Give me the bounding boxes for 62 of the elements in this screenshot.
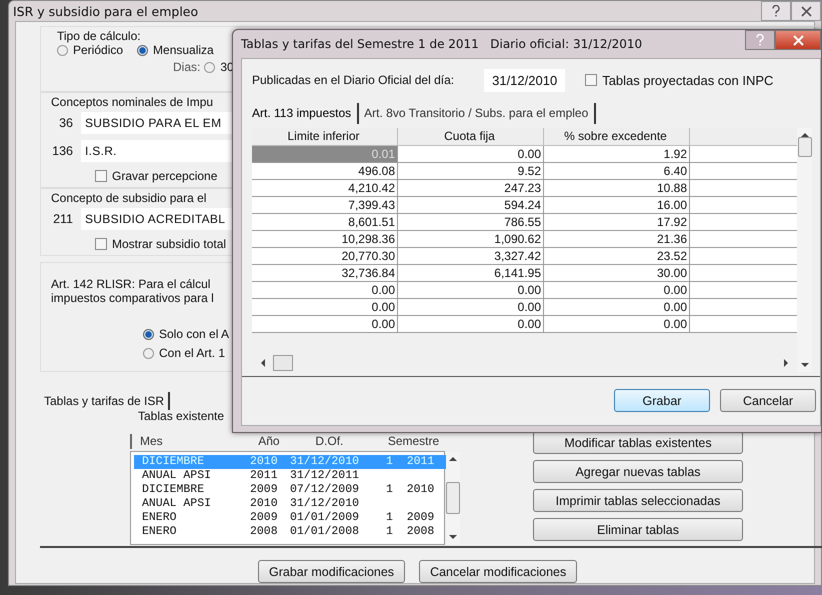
dialog-title: Tablas y tarifas del Semestre 1 de 2011 Diario oficial: 31/12/2010 xyxy=(241,37,642,51)
list-cell-text: 2011 xyxy=(250,469,279,483)
checkbox-option[interactable]: Mostrar subsidio total xyxy=(95,237,226,251)
concepts-label: Conceptos nominales de Impu xyxy=(51,95,214,109)
list-cell-text: 31/12/2010 xyxy=(290,455,360,469)
tab[interactable]: Tablas y tarifas de ISR xyxy=(40,392,170,410)
concept-code: 36 xyxy=(58,116,73,130)
list-cell-text: 2010 xyxy=(250,455,279,469)
list-cell-text: ANUAL APSI xyxy=(141,497,212,511)
list-cell-text: 01/01/2009 xyxy=(290,511,360,525)
action-button[interactable]: Grabar xyxy=(614,389,710,412)
radio-option[interactable]: Con el Art. 1 xyxy=(143,346,226,360)
list-cell-text: 31/12/2011 xyxy=(290,469,360,483)
tab[interactable]: Art. 8vo Transitorio / Subs. para el empleo xyxy=(364,103,596,124)
table-cell: 0.00 xyxy=(544,316,690,333)
concept-code: 136 xyxy=(51,144,73,158)
concept-code: 211 xyxy=(52,212,73,226)
list-cell-text: 1 2011 xyxy=(386,455,436,469)
radio-option[interactable]: Solo con el A xyxy=(143,327,230,341)
column-header[interactable]: Mes xyxy=(132,434,258,449)
days-label: Dias: xyxy=(173,60,200,74)
list-cell-text: ANUAL APSI xyxy=(141,469,212,483)
date-field[interactable]: 31/12/2010 xyxy=(484,68,566,92)
table-cell: 0.01 xyxy=(252,146,398,163)
list-cell-text: 2009 xyxy=(250,511,279,525)
list-cell-text: ENERO xyxy=(141,511,178,525)
column-header[interactable]: Semestre xyxy=(388,434,445,449)
list-cell-text: 31/12/2010 xyxy=(290,497,360,511)
published-label: Publicadas en el Diario Oficial del día: xyxy=(252,73,454,87)
list-cell-text: 2008 xyxy=(250,525,279,539)
table-cell: 0.00 xyxy=(252,316,398,333)
list-cell-text: 2010 xyxy=(250,497,279,511)
radio-option[interactable]: Periódico xyxy=(57,43,124,57)
action-button[interactable]: Cancelar xyxy=(720,389,816,412)
column-header[interactable]: Año xyxy=(258,434,316,449)
list-cell-text: 2009 xyxy=(250,483,279,497)
list-cell-text: DICIEMBRE xyxy=(141,483,206,497)
description-text: Art. 142 RLISR: Para el cálcul xyxy=(51,277,210,291)
action-button[interactable]: Modificar tablas existentes xyxy=(533,431,743,454)
list-cell-text: 1 2008 xyxy=(386,525,436,539)
window-title: ISR y subsidio para el empleo xyxy=(13,4,198,18)
description-text: impuestos comparativos para l xyxy=(51,291,214,305)
radio-option[interactable]: Mensualiza xyxy=(137,43,214,57)
list-cell-text: ENERO xyxy=(141,525,178,539)
action-button[interactable]: Agregar nuevas tablas xyxy=(533,460,743,483)
list-cell-text: 1 2010 xyxy=(386,483,436,497)
action-button[interactable]: Eliminar tablas xyxy=(533,518,743,541)
action-button[interactable]: Grabar modificaciones xyxy=(258,560,406,583)
list-cell-text: 01/01/2008 xyxy=(290,525,360,539)
column-header[interactable]: D.Of. xyxy=(315,434,388,449)
list-cell-text: 1 2009 xyxy=(386,511,436,525)
list-cell-text: 07/12/2009 xyxy=(290,483,360,497)
table-cell: 0.00 xyxy=(398,316,544,333)
calc-type-label: Tipo de cálculo: xyxy=(57,29,141,43)
checkbox-option[interactable]: Tablas proyectadas con INPC xyxy=(585,72,774,88)
action-button[interactable]: Cancelar modificaciones xyxy=(419,560,578,583)
list-cell-text: DICIEMBRE xyxy=(141,455,206,469)
tab[interactable]: Art. 113 impuestos xyxy=(252,103,360,124)
subsidy-label: Concepto de subsidio para el xyxy=(51,191,206,205)
action-button[interactable]: Imprimir tablas seleccionadas xyxy=(533,489,743,512)
checkbox-option[interactable]: Gravar percepcione xyxy=(95,169,218,183)
existing-tables-label: Tablas existente xyxy=(137,410,224,423)
